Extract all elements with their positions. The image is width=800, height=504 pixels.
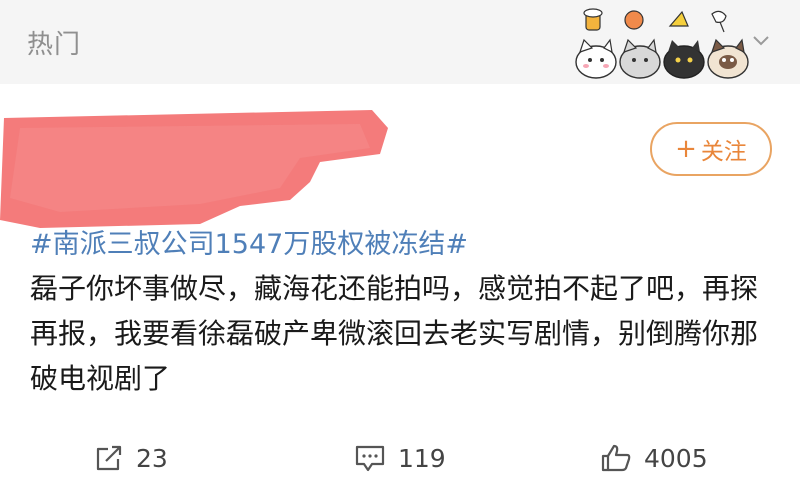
follow-button[interactable]: + 关注	[650, 122, 772, 176]
like-count: 4005	[644, 443, 708, 473]
share-button[interactable]: 23	[94, 430, 168, 486]
like-button[interactable]: 4005	[600, 430, 708, 486]
share-count: 23	[136, 443, 168, 473]
share-icon	[96, 445, 122, 471]
cat-stickers-icon	[575, 8, 749, 79]
plus-icon: +	[675, 134, 697, 164]
comment-count: 119	[398, 443, 446, 473]
chevron-down-icon[interactable]	[752, 32, 770, 50]
top-bar: 热门	[0, 0, 800, 84]
section-title: 热门	[27, 30, 82, 60]
post-body-text: 磊子你坏事做尽，藏海花还能拍吗，感觉拍不起了吧，再探再报，我要看徐磊破产卑微滚回…	[30, 272, 759, 395]
follow-label: 关注	[700, 139, 747, 165]
comment-icon	[355, 445, 385, 472]
redacted-username-area	[0, 110, 388, 228]
action-bar: 23 119 4005	[0, 430, 800, 486]
comment-button[interactable]: 119	[354, 430, 446, 486]
thumbs-up-icon	[601, 444, 631, 472]
hashtag-link[interactable]: #南派三叔公司1547万股权被冻结#	[30, 222, 468, 261]
